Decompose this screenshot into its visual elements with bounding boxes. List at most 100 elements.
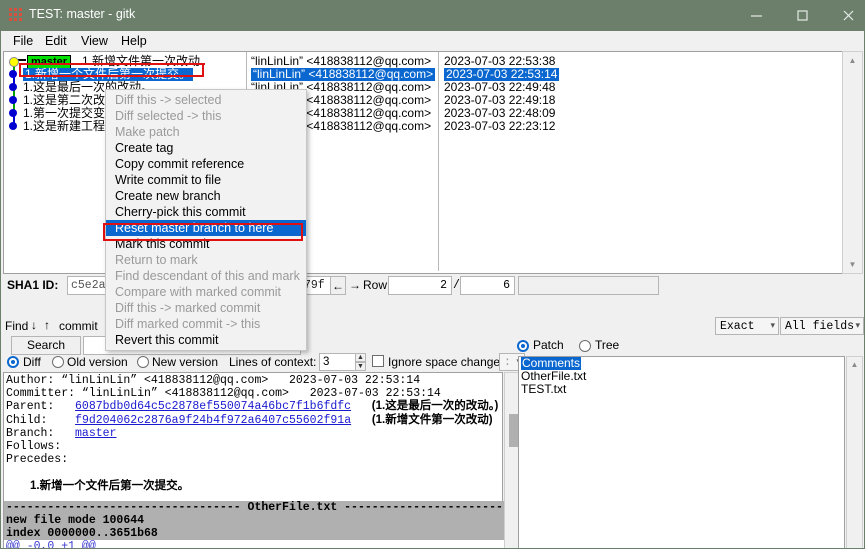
client-area: File Edit View Help master 1.新增文件第一次改动 “…	[1, 31, 864, 548]
scroll-down-icon[interactable]: ▼	[843, 256, 862, 273]
detail-author-label: Author:	[6, 374, 55, 387]
menu-item-diff-this-selected[interactable]: Diff this -> selected	[106, 92, 306, 108]
radio-patch[interactable]	[517, 340, 529, 352]
menu-item-copy-commit-reference[interactable]: Copy commit reference	[106, 156, 306, 172]
commit-node-icon	[9, 96, 17, 104]
detail-precedes-line: Precedes:	[6, 453, 69, 467]
detail-child-line: Child: f9d204062c2876a9f24b4f972a6407c55…	[6, 414, 502, 427]
radio-diff-label: Diff	[23, 355, 41, 369]
find-label: Find	[5, 319, 29, 333]
detail-child-subject: (1.新增文件第一次改动)	[371, 413, 493, 426]
forward-button[interactable]: →	[349, 278, 361, 292]
scroll-up-icon[interactable]: ▲	[847, 357, 862, 371]
diff-hunk-line: @@ -0,0 +1 @@	[6, 540, 96, 548]
menu-item-diff-selected-this[interactable]: Diff selected -> this	[106, 108, 306, 124]
diff-view[interactable]: ---------------------------------- Other…	[3, 501, 505, 548]
scroll-down-icon[interactable]: ▼	[847, 545, 862, 549]
commit-node-icon	[9, 83, 17, 91]
detail-parent-label: Parent:	[6, 400, 55, 414]
row-current-input[interactable]: 2	[388, 276, 452, 295]
list-item[interactable]: TEST.txt	[519, 383, 844, 396]
menu-item-cherry-pick-this-commit[interactable]: Cherry-pick this commit	[106, 204, 306, 220]
menu-item-compare-with-marked-commit[interactable]: Compare with marked commit	[106, 284, 306, 300]
row-total-input: 6	[460, 276, 515, 295]
scroll-up-icon[interactable]: ▲	[843, 52, 862, 69]
commit-detail-panel[interactable]: Author: “linLinLin” <418838112@qq.com> 2…	[3, 372, 503, 505]
find-down-icon[interactable]: ↓	[31, 318, 37, 332]
radio-old-version-label: Old version	[67, 355, 128, 369]
find-match-mode-value: Exact	[720, 320, 755, 333]
menu-item-find-descendant[interactable]: Find descendant of this and mark	[106, 268, 306, 284]
sha1-id-label: SHA1 ID:	[7, 278, 59, 292]
menu-item-diff-this-marked-commit[interactable]: Diff this -> marked commit	[106, 300, 306, 316]
find-field-scope-select[interactable]: All fields ▾	[780, 317, 864, 335]
detail-child-sha-link[interactable]: f9d204062c2876a9f24b4f972a6407c55602f91a	[75, 414, 351, 427]
menu-help[interactable]: Help	[115, 33, 153, 49]
radio-old-version[interactable]	[52, 356, 64, 368]
file-list[interactable]: Comments OtherFile.txt TEST.txt	[518, 356, 845, 548]
commit-context-menu[interactable]: Diff this -> selected Diff selected -> t…	[105, 89, 307, 351]
menu-item-create-tag[interactable]: Create tag	[106, 140, 306, 156]
detail-parent-subject: (1.这是最后一次的改动。)	[371, 400, 499, 413]
radio-new-version-label: New version	[152, 355, 219, 369]
detail-committer-date: 2023-07-03 22:53:14	[309, 387, 441, 401]
close-button[interactable]	[825, 0, 865, 31]
menu-item-revert-this-commit[interactable]: Revert this commit	[106, 332, 306, 348]
back-button[interactable]: ←	[330, 276, 346, 295]
diff-file-header: ---------------------------------- Other…	[4, 501, 505, 514]
window-title: TEST: master - gitk	[29, 7, 136, 21]
menu-view[interactable]: View	[75, 33, 114, 49]
spinner-down-icon[interactable]: ▼	[355, 362, 366, 371]
commit-node-icon	[9, 57, 19, 67]
find-field-scope-value: All fields	[785, 320, 855, 333]
detail-committer-value: “linLinLin” <418838112@qq.com>	[81, 387, 289, 401]
menu-edit[interactable]: Edit	[39, 33, 73, 49]
detail-branch-label: Branch:	[6, 426, 55, 440]
diff-mode-line: new file mode 100644	[4, 514, 504, 527]
commit-list-scrollbar[interactable]: ▲ ▼	[842, 51, 863, 274]
find-scope-label[interactable]: commit	[59, 319, 98, 333]
ignore-space-checkbox[interactable]	[372, 355, 384, 367]
title-bar: TEST: master - gitk	[0, 0, 865, 31]
menu-item-diff-marked-commit-this[interactable]: Diff marked commit -> this	[106, 316, 306, 332]
maximize-button[interactable]	[779, 0, 825, 31]
row-label: Row	[363, 278, 388, 292]
radio-tree-label: Tree	[595, 338, 620, 352]
commit-node-icon	[9, 109, 17, 117]
spinner-up-icon[interactable]: ▲	[355, 353, 366, 362]
sha1-id-tail: 79f	[304, 279, 325, 292]
list-item[interactable]: OtherFile.txt	[519, 370, 844, 383]
radio-tree[interactable]	[579, 340, 591, 352]
menu-file[interactable]: File	[7, 33, 39, 49]
patch-tree-row: Patch Tree	[517, 338, 862, 354]
menu-item-create-new-branch[interactable]: Create new branch	[106, 188, 306, 204]
row-separator: /	[453, 279, 460, 292]
find-up-icon[interactable]: ↑	[44, 318, 50, 332]
detail-author-line: Author: “linLinLin” <418838112@qq.com> 2…	[6, 374, 502, 387]
menu-item-return-to-mark[interactable]: Return to mark	[106, 252, 306, 268]
diff-index-line: index 0000000..3651b68	[4, 527, 504, 540]
radio-new-version[interactable]	[137, 356, 149, 368]
file-list-scrollbar[interactable]: ▲ ▼	[846, 356, 863, 548]
minimize-button[interactable]	[733, 0, 779, 31]
progress-field	[518, 276, 659, 295]
detail-committer-line: Committer: “linLinLin” <418838112@qq.com…	[6, 387, 502, 400]
detail-branch-link[interactable]: master	[75, 427, 116, 440]
ignore-space-label: Ignore space change	[388, 355, 501, 369]
lines-of-context-label: Lines of context:	[229, 355, 317, 369]
radio-diff[interactable]	[7, 356, 19, 368]
chevron-down-icon: ▾	[770, 321, 775, 331]
app-icon	[9, 8, 23, 21]
detail-parent-line: Parent: 6087bdb0d64c5c2878ef550074a46bc7…	[6, 400, 502, 413]
extra-options-value: :	[504, 356, 511, 369]
annotation-box-commit	[19, 63, 204, 77]
detail-parent-sha-link[interactable]: 6087bdb0d64c5c2878ef550074a46bc7f1b6fdfc	[75, 400, 351, 413]
lines-of-context-input[interactable]: 3	[319, 353, 357, 371]
find-match-mode-select[interactable]: Exact ▾	[715, 317, 779, 335]
scrollbar-thumb[interactable]	[509, 414, 518, 447]
detail-author-date: 2023-07-03 22:53:14	[288, 374, 421, 387]
radio-patch-label: Patch	[533, 338, 564, 352]
menu-item-make-patch[interactable]: Make patch	[106, 124, 306, 140]
detail-committer-label: Committer:	[6, 387, 76, 401]
menu-item-write-commit-to-file[interactable]: Write commit to file	[106, 172, 306, 188]
